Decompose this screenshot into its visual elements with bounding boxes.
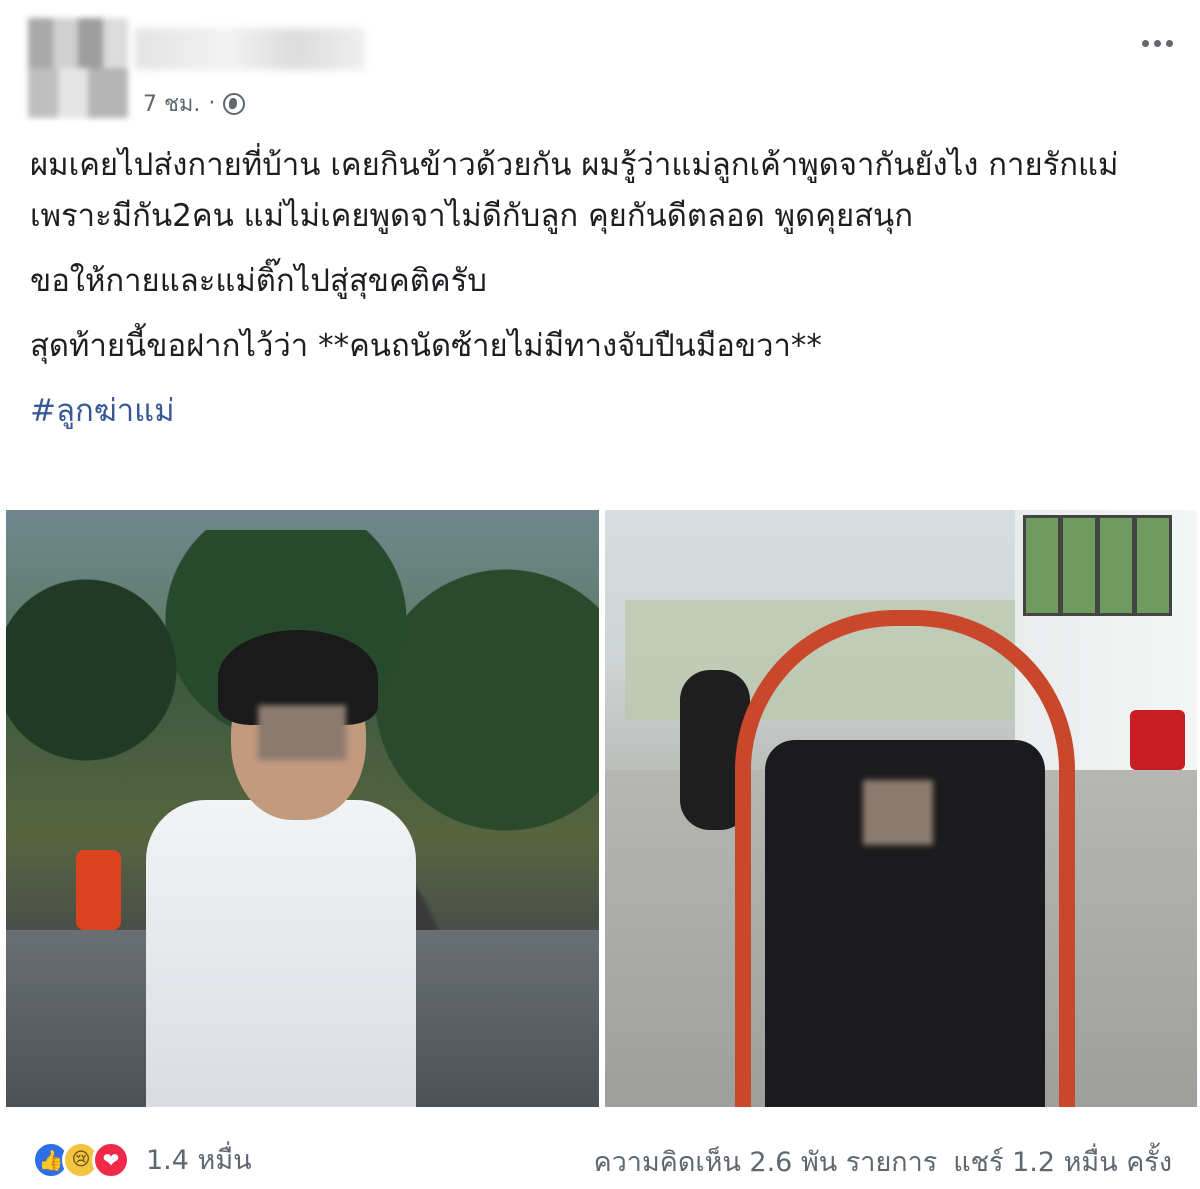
- photo-person-shirt: [146, 800, 416, 1107]
- photo-gas-can: [1130, 710, 1185, 770]
- photo-window: [1097, 515, 1135, 616]
- photo-car-roll-cage: [735, 610, 1075, 1107]
- post-stats: ความคิดเห็น 2.6 พัน รายการ แชร์ 1.2 หมื่…: [594, 1140, 1172, 1183]
- post-paragraph: ขอให้กายและแม่ติ๊กไปสู่สุขคติครับ: [30, 263, 487, 299]
- reaction-count[interactable]: 1.4 หมื่น: [146, 1138, 252, 1181]
- comment-count[interactable]: ความคิดเห็น 2.6 พัน รายการ: [594, 1140, 938, 1183]
- post-paragraph: สุดท้ายนี้ขอฝากไว้ว่า **คนถนัดซ้ายไม่มีท…: [30, 328, 822, 364]
- post-meta: 7 ชม. ·: [143, 86, 246, 121]
- share-count[interactable]: แชร์ 1.2 หมื่น ครั้ง: [953, 1140, 1172, 1183]
- meta-separator: ·: [208, 91, 216, 116]
- photo-background-person: [76, 850, 121, 930]
- photo-window: [1023, 515, 1061, 616]
- profile-name-blurred[interactable]: [135, 28, 365, 70]
- profile-avatar-blurred[interactable]: [28, 18, 128, 118]
- face-blur: [863, 780, 933, 845]
- photo-window: [1134, 515, 1172, 616]
- face-blur: [258, 705, 346, 760]
- post-timestamp[interactable]: 7 ชม.: [143, 86, 200, 121]
- divider: [0, 1120, 1200, 1121]
- globe-icon[interactable]: [223, 92, 246, 115]
- post-photo-right[interactable]: [605, 510, 1197, 1107]
- photo-window: [1060, 515, 1098, 616]
- more-options-icon[interactable]: [1142, 40, 1173, 47]
- post-paragraph: ผมเคยไปส่งกายที่บ้าน เคยกินข้าวด้วยกัน ผ…: [30, 147, 1119, 234]
- hashtag-link[interactable]: #ลูกฆ่าแม่: [30, 386, 1170, 437]
- reactions-summary[interactable]: 👍 😢 ❤ 1.4 หมื่น: [32, 1138, 252, 1181]
- post-text: ผมเคยไปส่งกายที่บ้าน เคยกินข้าวด้วยกัน ผ…: [30, 140, 1170, 451]
- love-icon: ❤: [92, 1140, 130, 1179]
- facebook-post: 7 ชม. · ผมเคยไปส่งกายที่บ้าน เคยกินข้าวด…: [0, 0, 1200, 1189]
- post-photo-left[interactable]: [6, 510, 599, 1107]
